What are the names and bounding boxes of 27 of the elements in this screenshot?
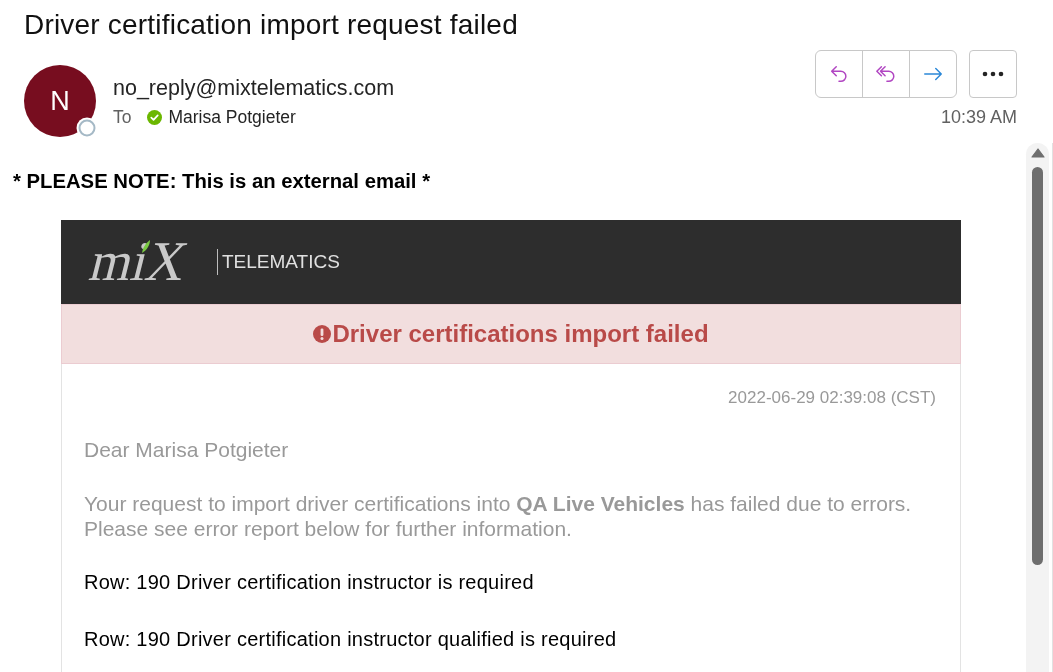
sender-address[interactable]: no_reply@mixtelematics.com [113, 74, 395, 102]
greeting-text: Dear Marisa Potgieter [84, 438, 289, 461]
received-time: 10:39 AM [940, 106, 1017, 128]
reply-arrow-icon [828, 63, 850, 85]
forward-button[interactable] [909, 50, 957, 98]
scrollbar-thumb[interactable] [1032, 167, 1043, 565]
double-reply-arrow-icon [875, 63, 897, 85]
more-button[interactable] [969, 50, 1017, 98]
error-row-text: Row: 190 Driver certification instructor qualified is required [84, 628, 617, 650]
avatar: N [24, 65, 96, 137]
email-subject: Driver certification import request failed [24, 8, 518, 42]
to-label: To [113, 106, 132, 129]
intro-paragraph: Your request to import driver certifications into QA Live Vehicles has failed due to errors. Please see error report below for further information. [84, 491, 913, 541]
logo: miX [85, 234, 199, 290]
logo-wordmark: TELEMATICS [222, 250, 340, 274]
reply-all-button[interactable] [862, 50, 910, 98]
timestamp: 2022-06-29 02:39:08 (CST) [728, 387, 936, 409]
presence-ring-icon [76, 117, 98, 139]
error-row-text: Row: 190 Driver certification instructor is required [84, 571, 534, 593]
alert-icon [313, 325, 332, 343]
recipient-name[interactable]: Marisa Potgieter [168, 105, 296, 129]
ellipsis-icon [982, 71, 1004, 77]
reply-button[interactable] [815, 50, 863, 98]
alert-title: Driver certifications import failed [332, 320, 709, 348]
scroll-up-icon[interactable] [1030, 148, 1045, 158]
external-email-notice: * PLEASE NOTE: This is an external email * [13, 169, 431, 194]
check-icon [147, 109, 163, 125]
